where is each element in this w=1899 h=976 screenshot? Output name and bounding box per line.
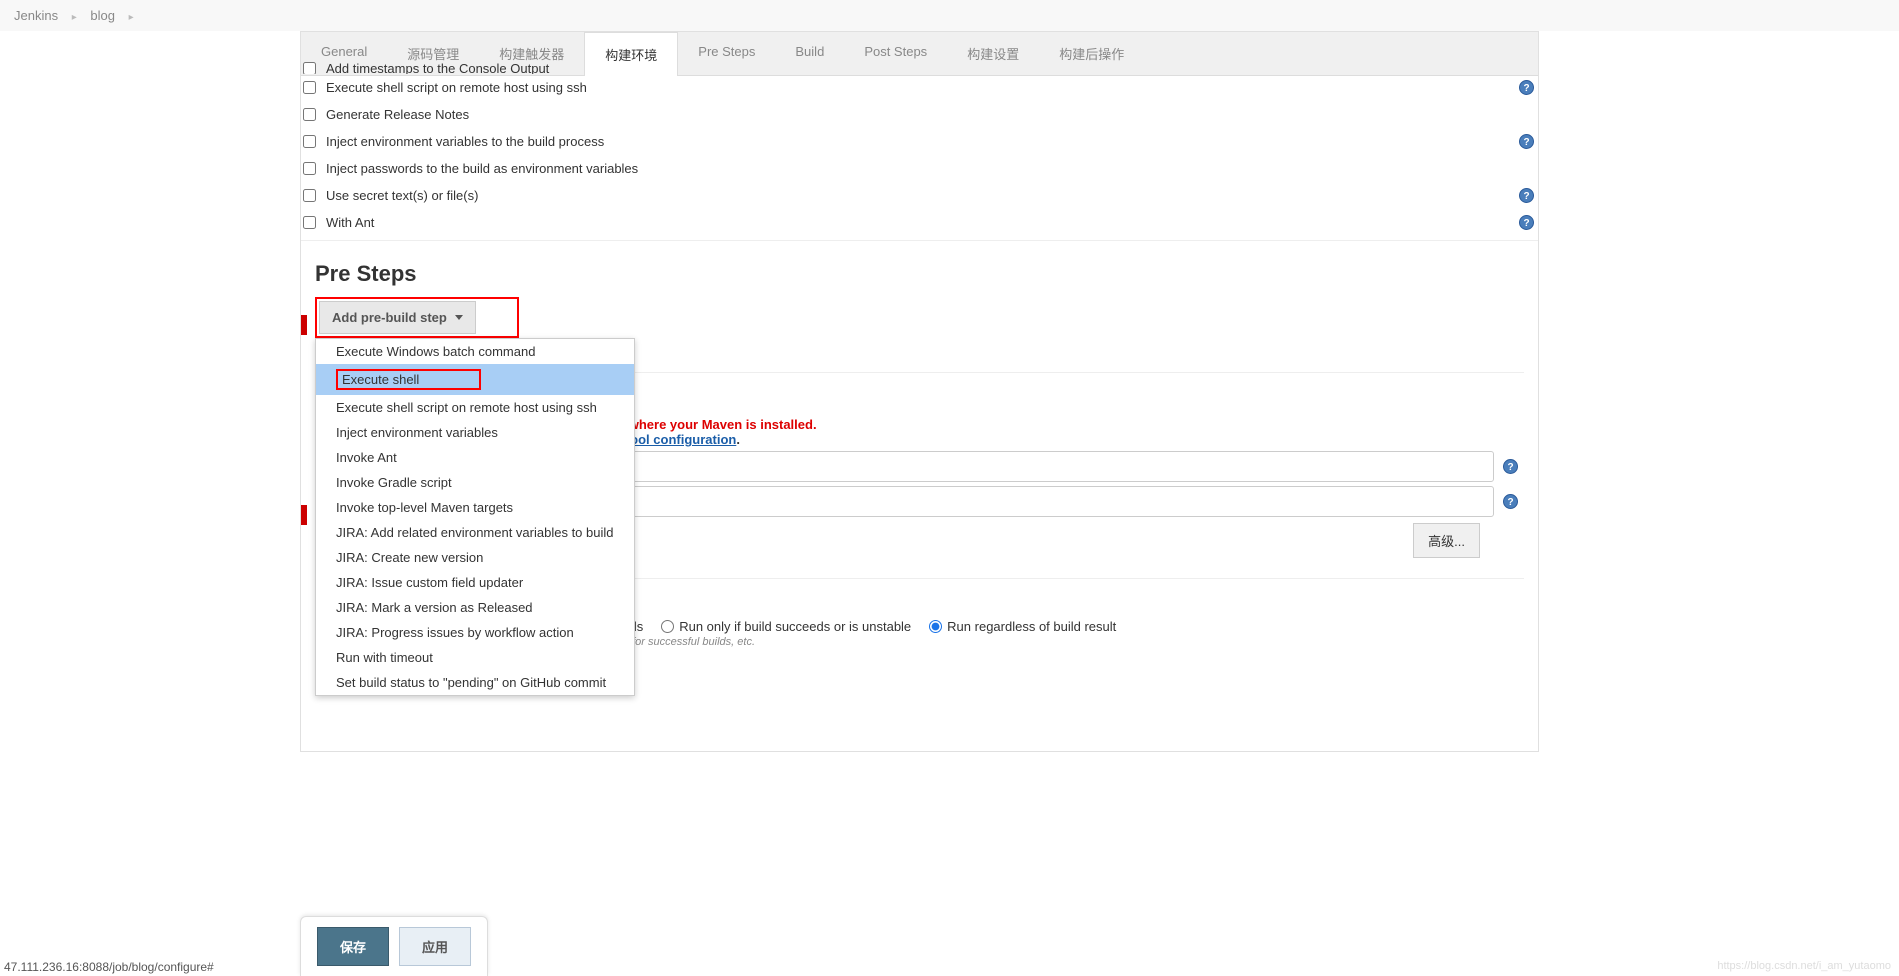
help-icon[interactable]: ? xyxy=(1519,80,1534,95)
checkbox-secret-text-label: Use secret text(s) or file(s) xyxy=(326,188,478,203)
checkbox-inject-env-label: Inject environment variables to the buil… xyxy=(326,134,604,149)
config-panel: General 源码管理 构建触发器 构建环境 Pre Steps Build … xyxy=(300,31,1539,752)
pre-steps-heading: Pre Steps xyxy=(315,261,1524,287)
dropdown-item-run-timeout[interactable]: Run with timeout xyxy=(316,645,634,670)
checkbox-with-ant[interactable]: With Ant ? xyxy=(303,209,1536,236)
post-steps-note: nly for successful builds, etc. xyxy=(615,636,1524,648)
checkbox-release-notes-input[interactable] xyxy=(303,108,316,121)
dropdown-item-inject-env[interactable]: Inject environment variables xyxy=(316,420,634,445)
build-env-section: Add timestamps to the Console Output Exe… xyxy=(301,62,1538,236)
help-icon[interactable]: ? xyxy=(1503,459,1518,474)
checkbox-secret-text[interactable]: Use secret text(s) or file(s) ? xyxy=(303,182,1536,209)
apply-button[interactable]: 应用 xyxy=(399,927,471,966)
dropdown-item-shell-ssh[interactable]: Execute shell script on remote host usin… xyxy=(316,395,634,420)
checkbox-release-notes[interactable]: Generate Release Notes xyxy=(303,101,1536,128)
checkbox-execute-shell-ssh-label: Execute shell script on remote host usin… xyxy=(326,80,587,95)
checkbox-inject-env[interactable]: Inject environment variables to the buil… xyxy=(303,128,1536,155)
checkbox-inject-passwords-input[interactable] xyxy=(303,162,316,175)
dropdown-item-jira-field[interactable]: JIRA: Issue custom field updater xyxy=(316,570,634,595)
help-icon[interactable]: ? xyxy=(1503,494,1518,509)
checkbox-secret-text-input[interactable] xyxy=(303,189,316,202)
dropdown-item-jira-env[interactable]: JIRA: Add related environment variables … xyxy=(316,520,634,545)
radio-regardless-input[interactable] xyxy=(929,620,942,633)
dropdown-item-execute-shell[interactable]: Execute shell xyxy=(316,364,634,395)
goals-input[interactable] xyxy=(615,486,1494,517)
breadcrumb-blog[interactable]: blog xyxy=(90,8,115,23)
dropdown-item-jira-version[interactable]: JIRA: Create new version xyxy=(316,545,634,570)
add-pre-build-step-button[interactable]: Add pre-build step xyxy=(319,301,476,334)
help-icon[interactable]: ? xyxy=(1519,188,1534,203)
pre-steps-section: Pre Steps Add pre-build step Execute Win… xyxy=(301,245,1538,751)
checkbox-inject-env-input[interactable] xyxy=(303,135,316,148)
dropdown-item-github-pending[interactable]: Set build status to "pending" on GitHub … xyxy=(316,670,634,695)
dropdown-item-maven-targets[interactable]: Invoke top-level Maven targets xyxy=(316,495,634,520)
checkbox-execute-shell-ssh[interactable]: Execute shell script on remote host usin… xyxy=(303,74,1536,101)
checkbox-timestamps[interactable]: Add timestamps to the Console Output xyxy=(303,62,1536,74)
checkbox-execute-shell-ssh-input[interactable] xyxy=(303,81,316,94)
checkbox-timestamps-label: Add timestamps to the Console Output xyxy=(326,62,549,74)
checkbox-timestamps-input[interactable] xyxy=(303,62,316,74)
radio-regardless-text: Run regardless of build result xyxy=(947,619,1116,634)
post-steps-run-condition: eeds Run only if build succeeds or is un… xyxy=(615,619,1524,634)
save-button[interactable]: 保存 xyxy=(317,927,389,966)
dropdown-item-jira-workflow[interactable]: JIRA: Progress issues by workflow action xyxy=(316,620,634,645)
dropdown-item-invoke-ant[interactable]: Invoke Ant xyxy=(316,445,634,470)
help-icon[interactable]: ? xyxy=(1519,134,1534,149)
status-bar-url: 47.111.236.16:8088/job/blog/configure# xyxy=(4,960,214,974)
section-left-bar xyxy=(301,505,307,525)
dropdown-item-windows-batch[interactable]: Execute Windows batch command xyxy=(316,339,634,364)
dropdown-item-jira-released[interactable]: JIRA: Mark a version as Released xyxy=(316,595,634,620)
bottom-action-bar: 保存 应用 xyxy=(300,916,488,976)
checkbox-inject-passwords[interactable]: Inject passwords to the build as environ… xyxy=(303,155,1536,182)
link-dot: . xyxy=(736,432,740,447)
watermark-text: https://blog.csdn.net/i_am_yutaomo xyxy=(1717,960,1891,972)
section-left-bar xyxy=(301,315,307,335)
radio-succeeds-unstable-input[interactable] xyxy=(661,620,674,633)
checkbox-with-ant-label: With Ant xyxy=(326,215,374,230)
highlight-box-item: Execute shell xyxy=(336,369,481,390)
help-icon[interactable]: ? xyxy=(1519,215,1534,230)
chevron-right-icon: ▸ xyxy=(129,12,134,23)
radio-succeeds-unstable-text: Run only if build succeeds or is unstabl… xyxy=(679,619,911,634)
checkbox-with-ant-input[interactable] xyxy=(303,216,316,229)
breadcrumb-jenkins[interactable]: Jenkins xyxy=(14,8,58,23)
root-pom-input[interactable] xyxy=(615,451,1494,482)
maven-warning-text: w where your Maven is installed. xyxy=(615,417,1524,432)
checkbox-release-notes-label: Generate Release Notes xyxy=(326,107,469,122)
advanced-button[interactable]: 高级... xyxy=(1413,523,1480,558)
caret-down-icon xyxy=(455,315,463,320)
dropdown-item-invoke-gradle[interactable]: Invoke Gradle script xyxy=(316,470,634,495)
pre-build-step-dropdown[interactable]: Execute Windows batch command Execute sh… xyxy=(315,338,635,696)
checkbox-inject-passwords-label: Inject passwords to the build as environ… xyxy=(326,161,638,176)
radio-succeeds-unstable[interactable]: Run only if build succeeds or is unstabl… xyxy=(661,619,911,634)
chevron-right-icon: ▸ xyxy=(72,12,77,23)
breadcrumb: Jenkins ▸ blog ▸ xyxy=(0,0,1899,31)
add-pre-build-step-label: Add pre-build step xyxy=(332,310,447,325)
highlight-box: Add pre-build step xyxy=(315,297,519,338)
radio-regardless[interactable]: Run regardless of build result xyxy=(929,619,1116,634)
